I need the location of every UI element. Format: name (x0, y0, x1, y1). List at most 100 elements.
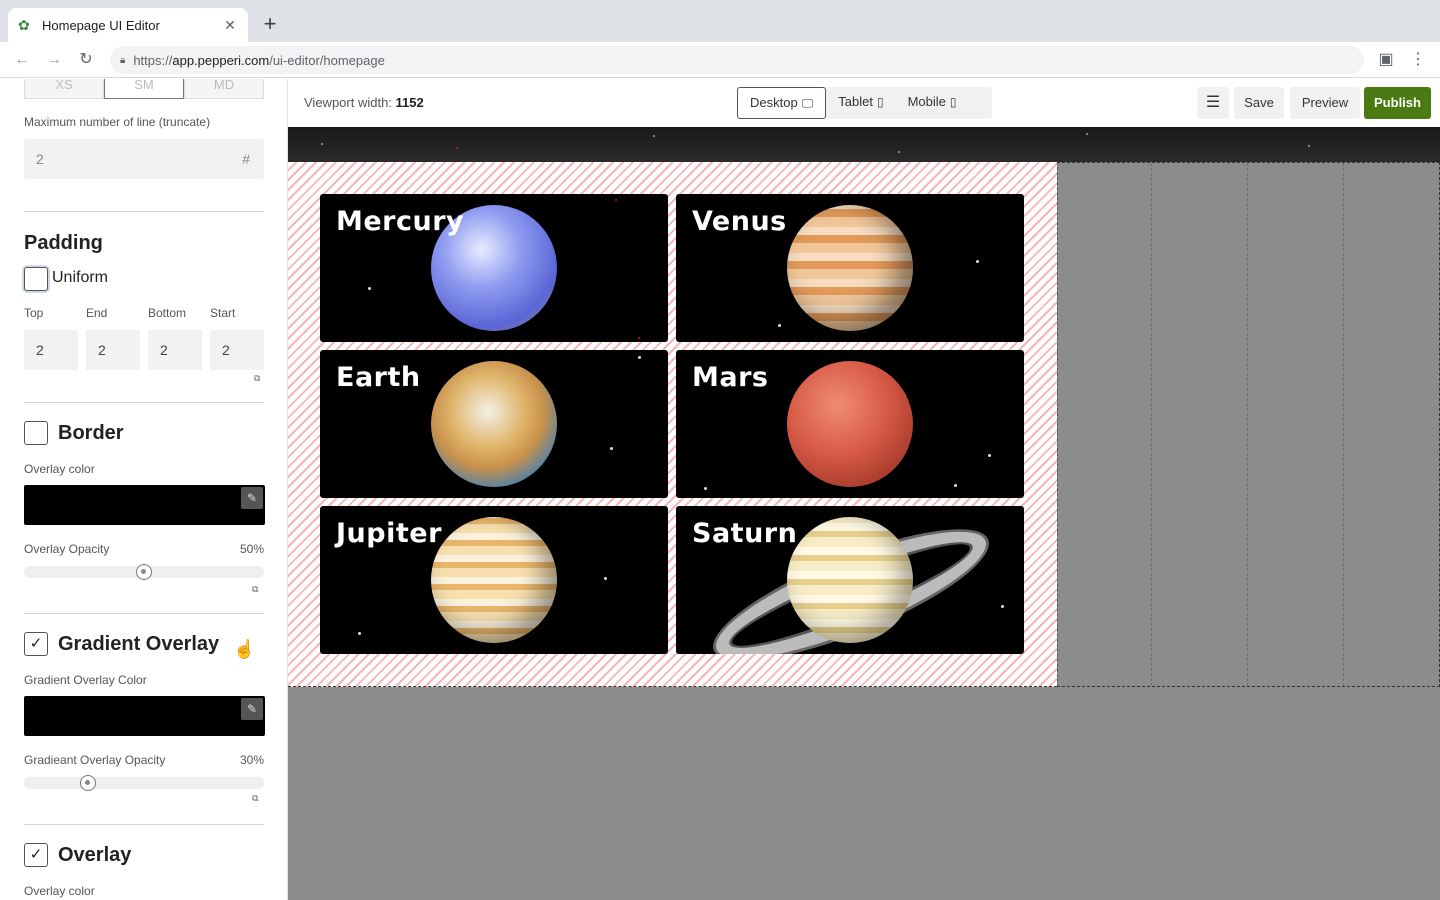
overlay-title: Overlay (58, 844, 132, 866)
overlay-color-swatch[interactable]: ✎ (24, 485, 265, 525)
device-label: Desktop (750, 95, 798, 110)
color-picker-icon[interactable]: ✎ (241, 487, 263, 509)
card-title: Saturn (692, 518, 798, 549)
divider (24, 211, 264, 212)
column-guide (1151, 163, 1152, 686)
viewport-width-label: Viewport width: (304, 95, 392, 110)
padding-bottom-input[interactable]: 2 (148, 330, 202, 370)
gradient-overlay-color-swatch[interactable]: ✎ (24, 696, 265, 736)
save-button[interactable]: Save (1234, 87, 1284, 119)
background-banner (288, 127, 1440, 162)
lock-icon: 🔒︎ (120, 54, 126, 66)
overlay-checkbox[interactable]: ✓ (24, 843, 48, 867)
forward-icon[interactable]: → (42, 48, 66, 72)
uniform-checkbox[interactable] (24, 267, 48, 291)
link-values-icon[interactable]: ⧉ (252, 584, 262, 594)
padding-end-label: End (86, 306, 108, 320)
settings-panel: XS SM MD Maximum number of line (truncat… (0, 79, 288, 900)
jupiter-planet-image (431, 517, 557, 643)
gradient-overlay-title: Gradient Overlay (58, 633, 220, 655)
planet-card-jupiter[interactable]: Jupiter (320, 506, 668, 654)
padding-start-input[interactable]: 2 (210, 330, 264, 370)
viewport-width-value: 1152 (395, 95, 424, 110)
padding-bottom-label: Bottom (148, 306, 187, 320)
venus-planet-image (787, 205, 913, 331)
overlay-opacity-slider[interactable] (24, 564, 264, 580)
pepperi-favicon-icon: ✿ (18, 17, 30, 33)
device-desktop-button[interactable]: Desktop 🖵 (737, 87, 827, 119)
uniform-label: Uniform (52, 269, 109, 286)
desktop-icon: 🖵 (801, 96, 814, 110)
planet-card-venus[interactable]: Venus (676, 194, 1024, 342)
browser-tab[interactable]: ✿ Homepage UI Editor ✕ (8, 8, 248, 42)
overlay-opacity-value: 50% (239, 542, 264, 556)
address-bar[interactable]: 🔒︎ https://app.pepperi.com/ui-editor/hom… (110, 46, 1364, 74)
editor-canvas: Mercury Venus Earth Mars Jupiter Saturn (288, 127, 1440, 900)
border-checkbox[interactable] (24, 421, 48, 445)
mobile-icon: ▯ (949, 95, 957, 109)
url-host: app.pepperi.com (172, 52, 270, 68)
browser-menu-icon[interactable]: ⋮ (1408, 50, 1428, 70)
browser-toolbar: ← → ↻ 🔒︎ https://app.pepperi.com/ui-edit… (0, 42, 1440, 78)
link-values-icon[interactable]: ⧉ (254, 373, 264, 383)
reload-icon[interactable]: ↻ (74, 48, 98, 72)
card-title: Earth (336, 362, 421, 393)
planet-card-mars[interactable]: Mars (676, 350, 1024, 498)
padding-top-label: Top (24, 306, 44, 320)
divider (24, 402, 264, 403)
size-option-md[interactable]: MD (184, 79, 264, 99)
device-mobile-button[interactable]: Mobile ▯ (896, 87, 969, 119)
gradient-overlay-checkbox[interactable]: ✓ (24, 632, 48, 656)
tablet-icon: ▯ (876, 95, 884, 109)
card-title: Mars (692, 362, 769, 393)
empty-layout-area[interactable] (1057, 162, 1440, 687)
overlay-opacity-label: Overlay Opacity (24, 542, 110, 556)
planet-card-earth[interactable]: Earth (320, 350, 668, 498)
gradient-overlay-opacity-slider[interactable] (24, 775, 264, 791)
planets-section[interactable]: Mercury Venus Earth Mars Jupiter Saturn (288, 162, 1057, 687)
planet-card-mercury[interactable]: Mercury (320, 194, 668, 342)
gradient-overlay-opacity-label: Gradieant Overlay Opacity (24, 753, 166, 767)
mars-planet-image (787, 361, 913, 487)
card-title: Mercury (336, 206, 465, 237)
planet-card-saturn[interactable]: Saturn (676, 506, 1024, 654)
max-lines-label: Maximum number of line (truncate) (24, 115, 211, 129)
gradient-overlay-color-label: Gradient Overlay Color (24, 673, 147, 687)
saturn-planet-image (787, 517, 913, 643)
hamburger-icon[interactable]: ☰ (1197, 87, 1229, 119)
padding-start-label: Start (210, 306, 236, 320)
tab-title: Homepage UI Editor (42, 17, 160, 33)
size-option-sm[interactable]: SM (104, 79, 184, 99)
max-lines-input[interactable]: 2 # (24, 139, 264, 179)
size-segmented-control: XS SM MD (24, 79, 264, 99)
gradient-overlay-opacity-value: 30% (239, 753, 264, 767)
publish-button[interactable]: Publish (1364, 87, 1431, 119)
back-icon[interactable]: ← (10, 48, 34, 72)
editor-header: Viewport width: 1152 Desktop 🖵 Tablet ▯ Mo… (288, 79, 1440, 127)
color-picker-icon[interactable]: ✎ (241, 698, 263, 720)
device-label: Mobile (907, 94, 946, 109)
size-option-xs[interactable]: XS (24, 79, 104, 99)
overlay-color-label: Overlay color (24, 884, 95, 898)
slider-handle[interactable] (136, 564, 152, 580)
border-title: Border (58, 422, 124, 444)
padding-top-input[interactable]: 2 (24, 330, 78, 370)
device-tablet-button[interactable]: Tablet ▯ (826, 87, 895, 119)
padding-end-input[interactable]: 2 (86, 330, 140, 370)
link-values-icon[interactable]: ⧉ (252, 793, 262, 803)
earth-planet-image (431, 361, 557, 487)
card-title: Jupiter (336, 518, 442, 549)
device-selector: Desktop 🖵 Tablet ▯ Mobile ▯ (737, 87, 992, 119)
preview-button[interactable]: Preview (1290, 87, 1360, 119)
column-guide (1247, 163, 1248, 686)
new-tab-icon[interactable]: + (258, 12, 282, 36)
close-tab-icon[interactable]: ✕ (222, 17, 238, 34)
number-hash-icon: # (242, 151, 250, 167)
device-label: Tablet (838, 94, 873, 109)
max-lines-value: 2 (36, 151, 44, 167)
card-title: Venus (692, 206, 787, 237)
extension-badge-icon[interactable]: ▣ (1376, 50, 1396, 70)
slider-handle[interactable] (80, 775, 96, 791)
browser-tabstrip: ✿ Homepage UI Editor ✕ + (0, 0, 1440, 42)
column-guide (1343, 163, 1344, 686)
